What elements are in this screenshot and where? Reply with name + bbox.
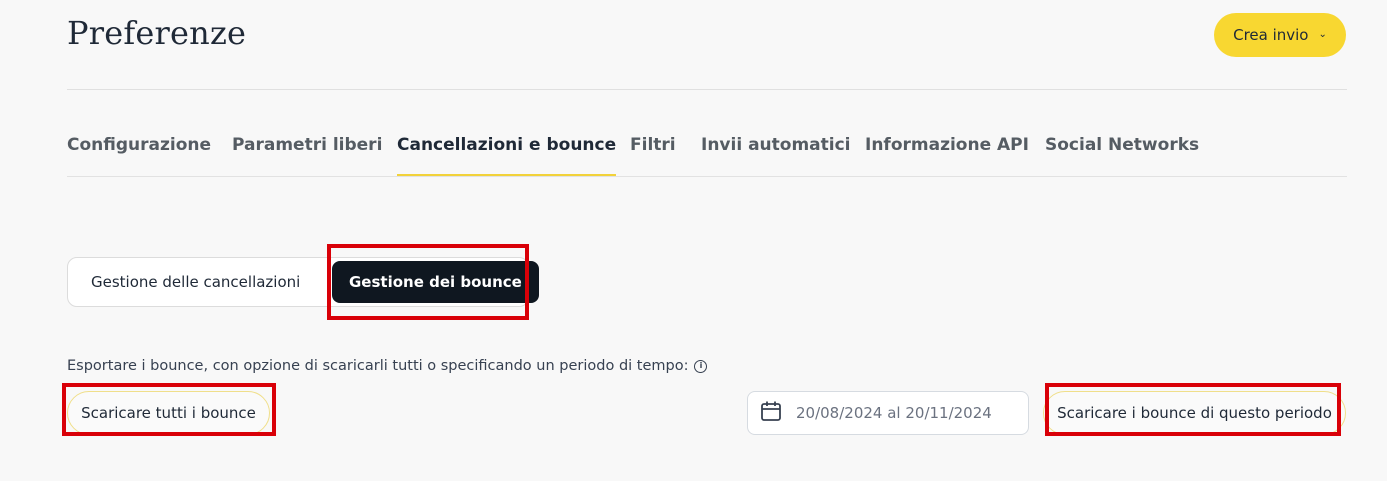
toggle-gestione-cancellazioni[interactable]: Gestione delle cancellazioni [91, 258, 300, 306]
download-period-bounces-button[interactable]: Scaricare i bounce di questo periodo [1043, 391, 1346, 435]
tab-configurazione[interactable]: Configurazione [67, 135, 211, 176]
tab-social-networks[interactable]: Social Networks [1045, 135, 1199, 176]
tab-informazione-api[interactable]: Informazione API [865, 135, 1029, 176]
tab-parametri-liberi[interactable]: Parametri liberi [232, 135, 382, 176]
info-icon[interactable]: i [694, 359, 708, 373]
export-description: Esportare i bounce, con opzione di scari… [67, 358, 708, 374]
management-toggle: Gestione delle cancellazioni Gestione de… [67, 257, 539, 307]
chevron-down-icon: ⌄ [1318, 29, 1327, 40]
tab-invii-automatici[interactable]: Invii automatici [701, 135, 851, 176]
download-all-bounces-button[interactable]: Scaricare tutti i bounce [67, 391, 270, 435]
header-divider [67, 89, 1347, 90]
tab-filtri[interactable]: Filtri [630, 135, 676, 176]
export-description-text: Esportare i bounce, con opzione di scari… [67, 358, 689, 374]
calendar-icon [760, 400, 782, 426]
date-range-picker[interactable]: 20/08/2024 al 20/11/2024 [747, 391, 1029, 435]
toggle-gestione-bounce[interactable]: Gestione dei bounce [332, 261, 539, 303]
tab-bar: Configurazione Parametri liberi Cancella… [67, 135, 1347, 177]
date-range-value: 20/08/2024 al 20/11/2024 [796, 404, 992, 422]
tab-cancellazioni-e-bounce[interactable]: Cancellazioni e bounce [397, 135, 617, 176]
create-send-label: Crea invio [1233, 26, 1309, 44]
create-send-button[interactable]: Crea invio ⌄ [1214, 13, 1346, 57]
page-title: Preferenze [67, 14, 247, 52]
